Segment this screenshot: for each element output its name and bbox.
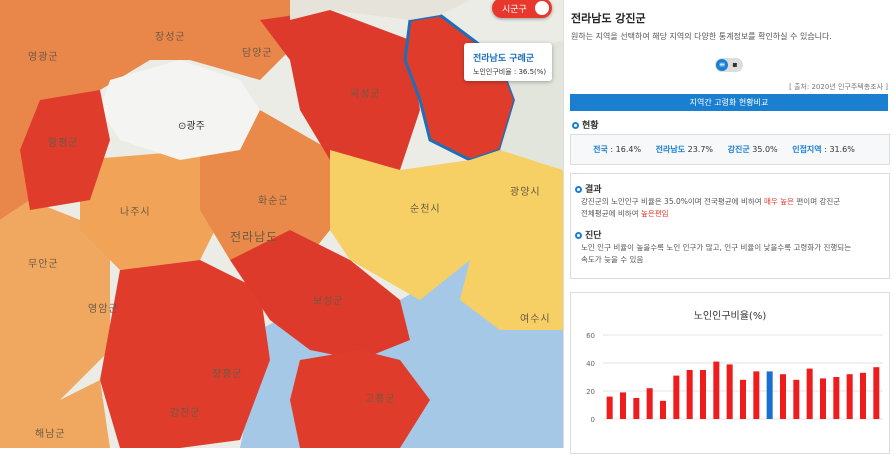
y-tick-label: 20 — [586, 388, 595, 396]
bar[interactable] — [833, 377, 840, 419]
status-key-gangjin: 강진군 — [727, 145, 750, 154]
map-label-boseong: 보성군 — [313, 296, 344, 307]
sigungu-toggle-label: 시군구 — [502, 5, 527, 15]
section-title-bar: 지역간 고령화 현황비교 — [570, 94, 888, 111]
bar[interactable] — [860, 372, 866, 419]
status-heading-text: 현황 — [582, 121, 599, 131]
result-text-1b: 편이며 강진군 — [794, 197, 841, 206]
status-key-jeonnam: 전라남도 — [655, 145, 686, 154]
result-box: 결과 강진군의 노인인구 비율은 35.0%이며 전국평균에 비하여 매우 높은… — [570, 173, 890, 279]
map-label-yeosu: 여수시 — [520, 314, 551, 325]
diagnosis-line-1: 노인 인구 비율이 높을수록 노인 인구가 많고, 인구 비율이 낮을수록 고령… — [581, 243, 852, 252]
chart-title: 노인인구비율(%) — [693, 311, 767, 322]
map-label-naju: 나주시 — [120, 207, 151, 218]
bar[interactable] — [700, 370, 706, 419]
bar[interactable] — [646, 388, 653, 419]
map-label-muan: 무안군 — [28, 259, 59, 270]
panel-description: 원하는 지역을 선택하여 해당 지역의 다양한 통계정보를 확인하실 수 있습니… — [571, 32, 832, 41]
status-value-jeonnam: 23.7% — [685, 145, 714, 154]
bar[interactable] — [726, 364, 733, 419]
panel-title: 전라남도 강진군 — [571, 12, 646, 25]
status-value-adjacent: : 31.6% — [821, 145, 855, 154]
status-value-national: : 16.4% — [607, 145, 642, 154]
info-panel: 전라남도 강진군 원하는 지역을 선택하여 해당 지역의 다양한 통계정보를 확… — [563, 0, 893, 454]
map-label-hampyeong: 함평군 — [48, 138, 79, 149]
bar[interactable] — [793, 379, 800, 419]
data-source: [ 출처: 2020년 인구주택총조사 ] — [789, 83, 888, 91]
map-label-yeongam: 영암군 — [88, 304, 119, 315]
y-tick-label: 60 — [586, 332, 595, 340]
bar-highlight[interactable] — [766, 371, 773, 419]
bar[interactable] — [620, 392, 626, 419]
result-highlight-2: 높은편임 — [640, 209, 669, 218]
chart-box: 노인인구비율(%) 0 20 40 60 — [570, 292, 890, 454]
bar[interactable] — [713, 361, 720, 419]
bar[interactable] — [740, 379, 746, 419]
result-heading: 결과 — [575, 182, 602, 195]
bar[interactable] — [606, 396, 613, 419]
result-text-2a: 전체평균에 비하여 — [581, 209, 641, 218]
bar[interactable] — [846, 374, 853, 419]
view-toggle[interactable]: ≡ ▪ — [715, 58, 743, 72]
status-row: 전국 : 16.4% 전라남도 23.7% 강진군 35.0% 인접지역 : 3… — [571, 144, 889, 155]
sigungu-toggle[interactable]: 시군구 — [492, 0, 552, 18]
grid-view-icon[interactable]: ▪ — [729, 59, 741, 71]
map-label-gokseong: 곡성군 — [350, 89, 381, 100]
bar[interactable] — [820, 378, 826, 419]
status-heading: 현황 — [572, 118, 599, 131]
result-heading-text: 결과 — [585, 185, 602, 195]
map-label-yeonggwang: 영광군 — [28, 52, 59, 63]
status-key-adjacent: 인접지역 — [792, 145, 822, 154]
bar[interactable] — [780, 374, 786, 419]
map-label-haenam: 해남군 — [35, 429, 66, 440]
status-value-gangjin: 35.0% — [749, 145, 778, 154]
diagnosis-heading: 진단 — [575, 228, 602, 241]
result-line-2: 전체평균에 비하여 높은편임 — [581, 208, 669, 220]
bar[interactable] — [873, 367, 880, 419]
diagnosis-line-2: 속도가 늦을 수 있음 — [581, 255, 644, 264]
y-tick-label: 0 — [591, 416, 595, 424]
map-label-damyang: 담양군 — [242, 48, 273, 59]
y-tick-label: 40 — [586, 360, 595, 368]
result-line-1: 강진군의 노인인구 비율은 35.0%이며 전국평균에 비하여 매우 높은 편이… — [581, 196, 840, 208]
result-text-1a: 강진군의 노인인구 비율은 35.0%이며 전국평균에 비하여 — [581, 197, 765, 206]
toggle-knob-icon — [535, 1, 549, 15]
map-label-hwasun: 화순군 — [258, 196, 289, 207]
gwangju-label: ⊙광주 — [178, 121, 205, 132]
bar[interactable] — [673, 375, 680, 419]
bar[interactable] — [660, 400, 666, 419]
bullet-icon — [575, 232, 582, 239]
diagnosis-heading-text: 진단 — [585, 231, 602, 241]
map-label-gwangyang: 광양시 — [510, 187, 541, 198]
tooltip-value: 노인인구비율 : 36.5(%) — [473, 68, 547, 76]
region-jangheung[interactable] — [100, 260, 270, 448]
map-label-goheung: 고흥군 — [365, 394, 396, 405]
tooltip-region-name: 전라남도 구례군 — [473, 54, 535, 64]
bullet-icon — [572, 122, 579, 129]
region-tooltip: 전라남도 구례군 노인인구비율 : 36.5(%) — [464, 43, 552, 81]
map-label-suncheon: 순천시 — [410, 204, 441, 215]
map-area[interactable]: ⊙광주 영광군 장성군 담양군 곡성군 함평군 나주시 화순군 전라남도 순천시… — [0, 0, 563, 448]
bar[interactable] — [633, 398, 640, 419]
bar[interactable] — [753, 371, 760, 419]
status-box: 전국 : 16.4% 전라남도 23.7% 강진군 35.0% 인접지역 : 3… — [570, 134, 890, 165]
map-label-jangseong: 장성군 — [155, 32, 186, 43]
bullet-icon — [575, 186, 582, 193]
map-label-jeonnam: 전라남도 — [230, 230, 279, 244]
bar[interactable] — [686, 370, 693, 419]
map-label-jangheung: 장흥군 — [212, 369, 243, 380]
result-highlight-1: 매우 높은 — [764, 197, 795, 206]
list-view-icon[interactable]: ≡ — [716, 59, 728, 71]
status-key-national: 전국 — [593, 145, 608, 154]
bar[interactable] — [806, 368, 813, 419]
map-label-gangjin: 강진군 — [170, 408, 201, 419]
